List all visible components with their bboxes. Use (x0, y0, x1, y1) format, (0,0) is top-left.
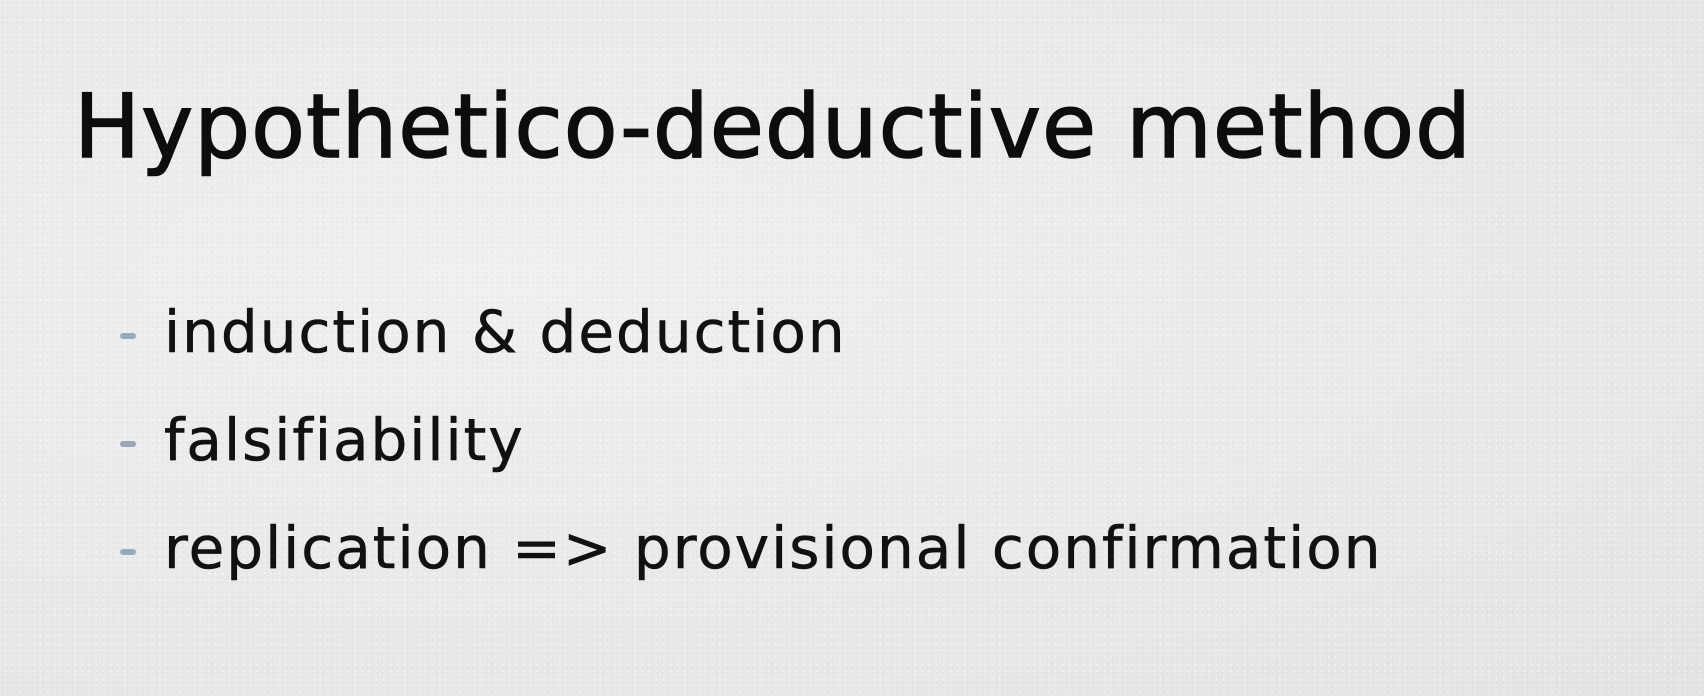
bullet-text: replication => provisional confirmation (164, 514, 1383, 583)
bullet-item: induction & deduction (120, 278, 1383, 386)
bullet-text: induction & deduction (164, 298, 847, 367)
dash-bullet-icon (120, 333, 136, 339)
bullet-list: induction & deduction falsifiability rep… (120, 278, 1383, 602)
bullet-item: falsifiability (120, 386, 1383, 494)
dash-bullet-icon (120, 549, 136, 555)
bullet-item: replication => provisional confirmation (120, 494, 1383, 602)
bullet-text: falsifiability (164, 406, 525, 475)
slide: Hypothetico-deductive method induction &… (0, 0, 1704, 696)
dash-bullet-icon (120, 441, 136, 447)
slide-title: Hypothetico-deductive method (73, 74, 1472, 179)
